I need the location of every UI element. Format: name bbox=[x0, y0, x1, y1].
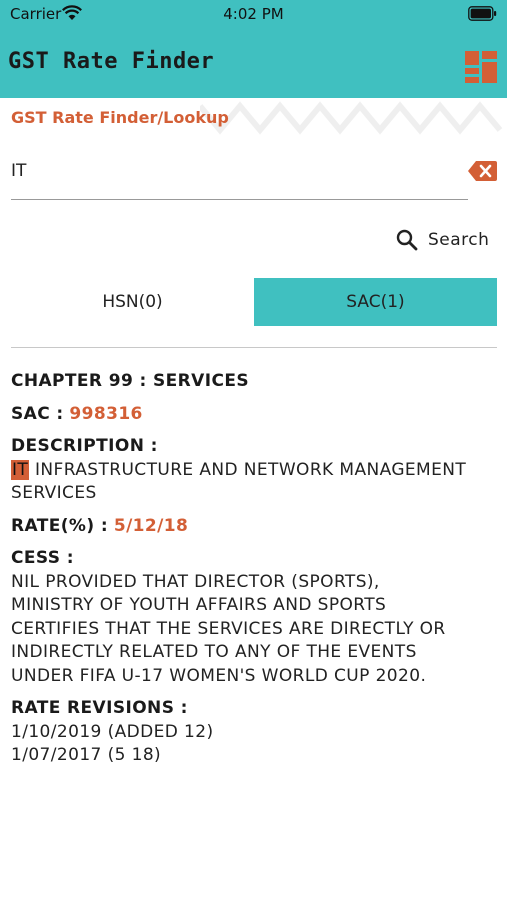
search-button-label: Search bbox=[428, 230, 490, 250]
cess-label: CESS : bbox=[11, 548, 74, 568]
app-title: GST Rate Finder bbox=[8, 49, 215, 74]
cess-line: CERTIFIES THAT THE SERVICES ARE DIRECTLY… bbox=[11, 618, 446, 639]
sac-value: 998316 bbox=[69, 403, 143, 424]
search-underline bbox=[11, 199, 468, 200]
search-match-highlight: IT bbox=[11, 459, 30, 480]
grid-icon[interactable] bbox=[465, 51, 497, 83]
description-label: DESCRIPTION : bbox=[11, 436, 158, 456]
rate-label: RATE(%) : bbox=[11, 515, 109, 536]
status-bar: Carrier 4:02 PM bbox=[0, 0, 507, 28]
status-time: 4:02 PM bbox=[223, 5, 284, 23]
description-text: INFRASTRUCTURE AND NETWORK MANAGEMENT bbox=[35, 459, 467, 480]
cess-line: MINISTRY OF YOUTH AFFAIRS AND SPORTS bbox=[11, 595, 387, 615]
tab-divider bbox=[11, 347, 497, 348]
search-button[interactable]: Search bbox=[396, 226, 489, 254]
tab-hsn[interactable]: HSN(0) bbox=[11, 278, 254, 326]
result-details: CHAPTER 99 : SERVICES SAC : 998316 DESCR… bbox=[11, 370, 501, 777]
tab-hsn-label: HSN(0) bbox=[102, 292, 163, 312]
battery-icon bbox=[468, 6, 497, 21]
description-line: IT INFRASTRUCTURE AND NETWORK MANAGEMENT bbox=[11, 459, 501, 483]
sac-row: SAC : 998316 bbox=[11, 403, 501, 427]
description-section: DESCRIPTION : IT INFRASTRUCTURE AND NETW… bbox=[11, 435, 501, 506]
banner-label: GST Rate Finder/Lookup bbox=[11, 108, 229, 127]
app-header: Carrier 4:02 PM GST Rate Finder bbox=[0, 0, 507, 98]
cess-line: UNDER FIFA U-17 WOMEN'S WORLD CUP 2020. bbox=[11, 665, 427, 686]
revision-item: 1/07/2017 (5 18) bbox=[11, 745, 162, 765]
revisions-label: RATE REVISIONS : bbox=[11, 698, 188, 718]
search-icon bbox=[396, 229, 418, 251]
chapter-heading: CHAPTER 99 : SERVICES bbox=[11, 371, 249, 391]
tab-sac[interactable]: SAC(1) bbox=[254, 278, 497, 326]
revisions-section: RATE REVISIONS : 1/10/2019 (ADDED 12) 1/… bbox=[11, 697, 501, 768]
rate-row: RATE(%) : 5/12/18 bbox=[11, 515, 501, 539]
rate-value: 5/12/18 bbox=[113, 515, 189, 536]
cess-line: INDIRECTLY RELATED TO ANY OF THE EVENTS bbox=[11, 642, 417, 662]
cess-section: CESS : NIL PROVIDED THAT DIRECTOR (SPORT… bbox=[11, 547, 501, 688]
cess-line: NIL PROVIDED THAT DIRECTOR (SPORTS), bbox=[11, 571, 380, 592]
revision-item: 1/10/2019 (ADDED 12) bbox=[11, 721, 214, 742]
banner-pattern-icon bbox=[200, 101, 503, 135]
description-line: SERVICES bbox=[11, 483, 97, 503]
tab-sac-label: SAC(1) bbox=[346, 292, 405, 312]
sac-label: SAC : bbox=[11, 403, 64, 424]
backspace-icon[interactable] bbox=[467, 160, 498, 182]
search-input-value[interactable]: IT bbox=[11, 161, 26, 181]
lookup-banner: GST Rate Finder/Lookup bbox=[0, 98, 507, 140]
